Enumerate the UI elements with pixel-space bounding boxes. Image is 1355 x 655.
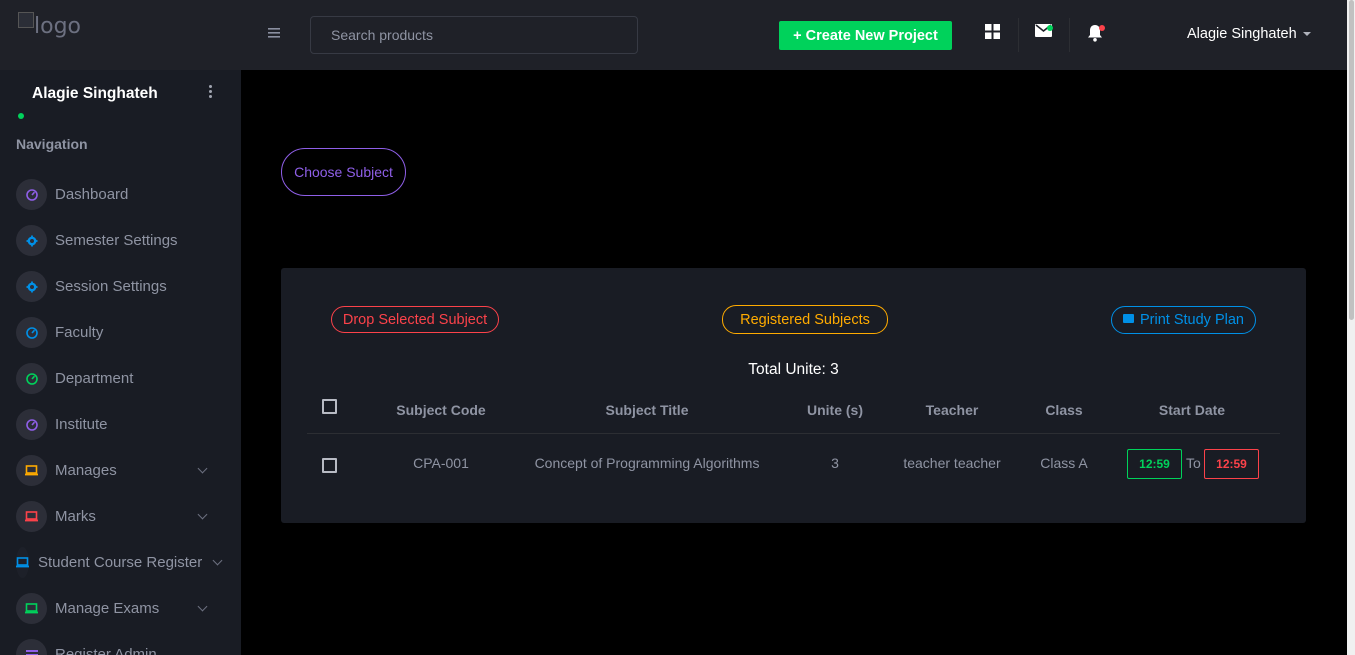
online-status-dot [18, 113, 24, 119]
nav-heading: Navigation [16, 136, 88, 152]
sidebar-item-label: Semester Settings [55, 232, 178, 249]
column-header: Teacher [925, 402, 979, 418]
sidebar-item-student-course-register[interactable]: Student Course Register [16, 547, 226, 579]
speedometer-icon [16, 409, 47, 440]
broken-image-icon [18, 12, 34, 28]
choose-subject-button[interactable]: Choose Subject [281, 148, 406, 196]
gear-icon [16, 271, 47, 302]
sidebar-item-label: Department [55, 370, 134, 387]
column-header: Subject Title [605, 402, 689, 418]
chevron-down-icon [197, 509, 208, 520]
drop-subject-button[interactable]: Drop Selected Subject [331, 306, 499, 333]
end-time-badge: 12:59 [1204, 449, 1259, 479]
start-time-badge: 12:59 [1127, 449, 1182, 479]
sidebar-item-manages[interactable]: Manages [16, 455, 226, 487]
divider [1018, 18, 1019, 52]
sidebar-item-label: Session Settings [55, 278, 167, 295]
list-icon [16, 639, 47, 655]
registered-subjects-card: Drop Selected Subject Registered Subject… [281, 268, 1306, 523]
select-all-checkbox[interactable] [322, 399, 337, 414]
print-study-plan-button[interactable]: Print Study Plan [1111, 306, 1256, 334]
column-header: Class [1045, 402, 1083, 418]
sidebar-item-register-admin[interactable]: Register Admin [16, 639, 226, 655]
sidebar-item-manage-exams[interactable]: Manage Exams [16, 593, 226, 625]
column-header: Subject Code [396, 402, 486, 418]
sidebar-item-label: Manage Exams [55, 600, 160, 617]
top-navbar: logo + Create New Project Alagie Singhat… [0, 0, 1347, 70]
sidebar: Alagie Singhateh Navigation Dashboard Sem… [0, 70, 241, 655]
gear-icon [16, 225, 47, 256]
scrollbar-thumb[interactable] [1349, 0, 1354, 320]
caret-down-icon [1302, 32, 1311, 37]
table-divider [307, 433, 1280, 434]
logo[interactable]: logo [18, 12, 81, 39]
laptop-icon [16, 501, 47, 532]
subject-code: CPA-001 [413, 455, 469, 471]
laptop-icon [16, 547, 29, 578]
sidebar-item-institute[interactable]: Institute [16, 409, 226, 441]
menu-toggle-icon[interactable] [268, 26, 282, 40]
sidebar-item-label: Faculty [55, 324, 104, 341]
subject-teacher: teacher teacher [903, 455, 1001, 471]
laptop-icon [16, 593, 47, 624]
sidebar-item-session-settings[interactable]: Session Settings [16, 271, 226, 303]
sidebar-item-label: Manages [55, 462, 117, 479]
printer-icon [1123, 313, 1134, 323]
total-units: Total Unite: 3 [748, 361, 839, 378]
grid-icon[interactable] [985, 24, 1003, 42]
print-label: Print Study Plan [1140, 312, 1244, 328]
notification-badge [1099, 25, 1105, 31]
sidebar-item-label: Register Admin [55, 646, 157, 655]
laptop-icon [16, 455, 47, 486]
sidebar-item-dashboard[interactable]: Dashboard [16, 179, 226, 211]
sidebar-item-label: Dashboard [55, 186, 129, 203]
subject-title: Concept of Programming Algorithms [534, 455, 760, 471]
column-header: Start Date [1158, 402, 1226, 418]
sidebar-user-name: Alagie Singhateh [32, 85, 158, 102]
more-options-icon[interactable] [209, 85, 215, 100]
search-input[interactable] [310, 16, 638, 54]
user-name: Alagie Singhateh [1187, 26, 1297, 42]
time-separator: To [1186, 455, 1201, 471]
speedometer-icon [16, 363, 47, 394]
sidebar-item-label: Student Course Register [38, 554, 203, 571]
mail-badge [1047, 25, 1053, 31]
row-checkbox[interactable] [322, 458, 337, 473]
chevron-down-icon [212, 555, 223, 566]
sidebar-item-label: Institute [55, 416, 108, 433]
speedometer-icon [16, 179, 47, 210]
logo-alt-text: logo [34, 14, 81, 39]
chevron-down-icon [197, 463, 208, 474]
create-project-button[interactable]: + Create New Project [779, 21, 952, 50]
registered-subjects-button[interactable]: Registered Subjects [722, 305, 888, 334]
subject-units: 3 [831, 455, 839, 471]
sidebar-item-department[interactable]: Department [16, 363, 226, 395]
user-menu[interactable]: Alagie Singhateh [1187, 26, 1311, 42]
chevron-down-icon [197, 601, 208, 612]
divider [1069, 18, 1070, 52]
subject-class: Class A [1040, 455, 1088, 471]
sidebar-item-marks[interactable]: Marks [16, 501, 226, 533]
column-header: Unite (s) [807, 402, 863, 418]
speedometer-icon [16, 317, 47, 348]
sidebar-item-faculty[interactable]: Faculty [16, 317, 226, 349]
sidebar-item-semester-settings[interactable]: Semester Settings [16, 225, 226, 257]
sidebar-item-label: Marks [55, 508, 96, 525]
